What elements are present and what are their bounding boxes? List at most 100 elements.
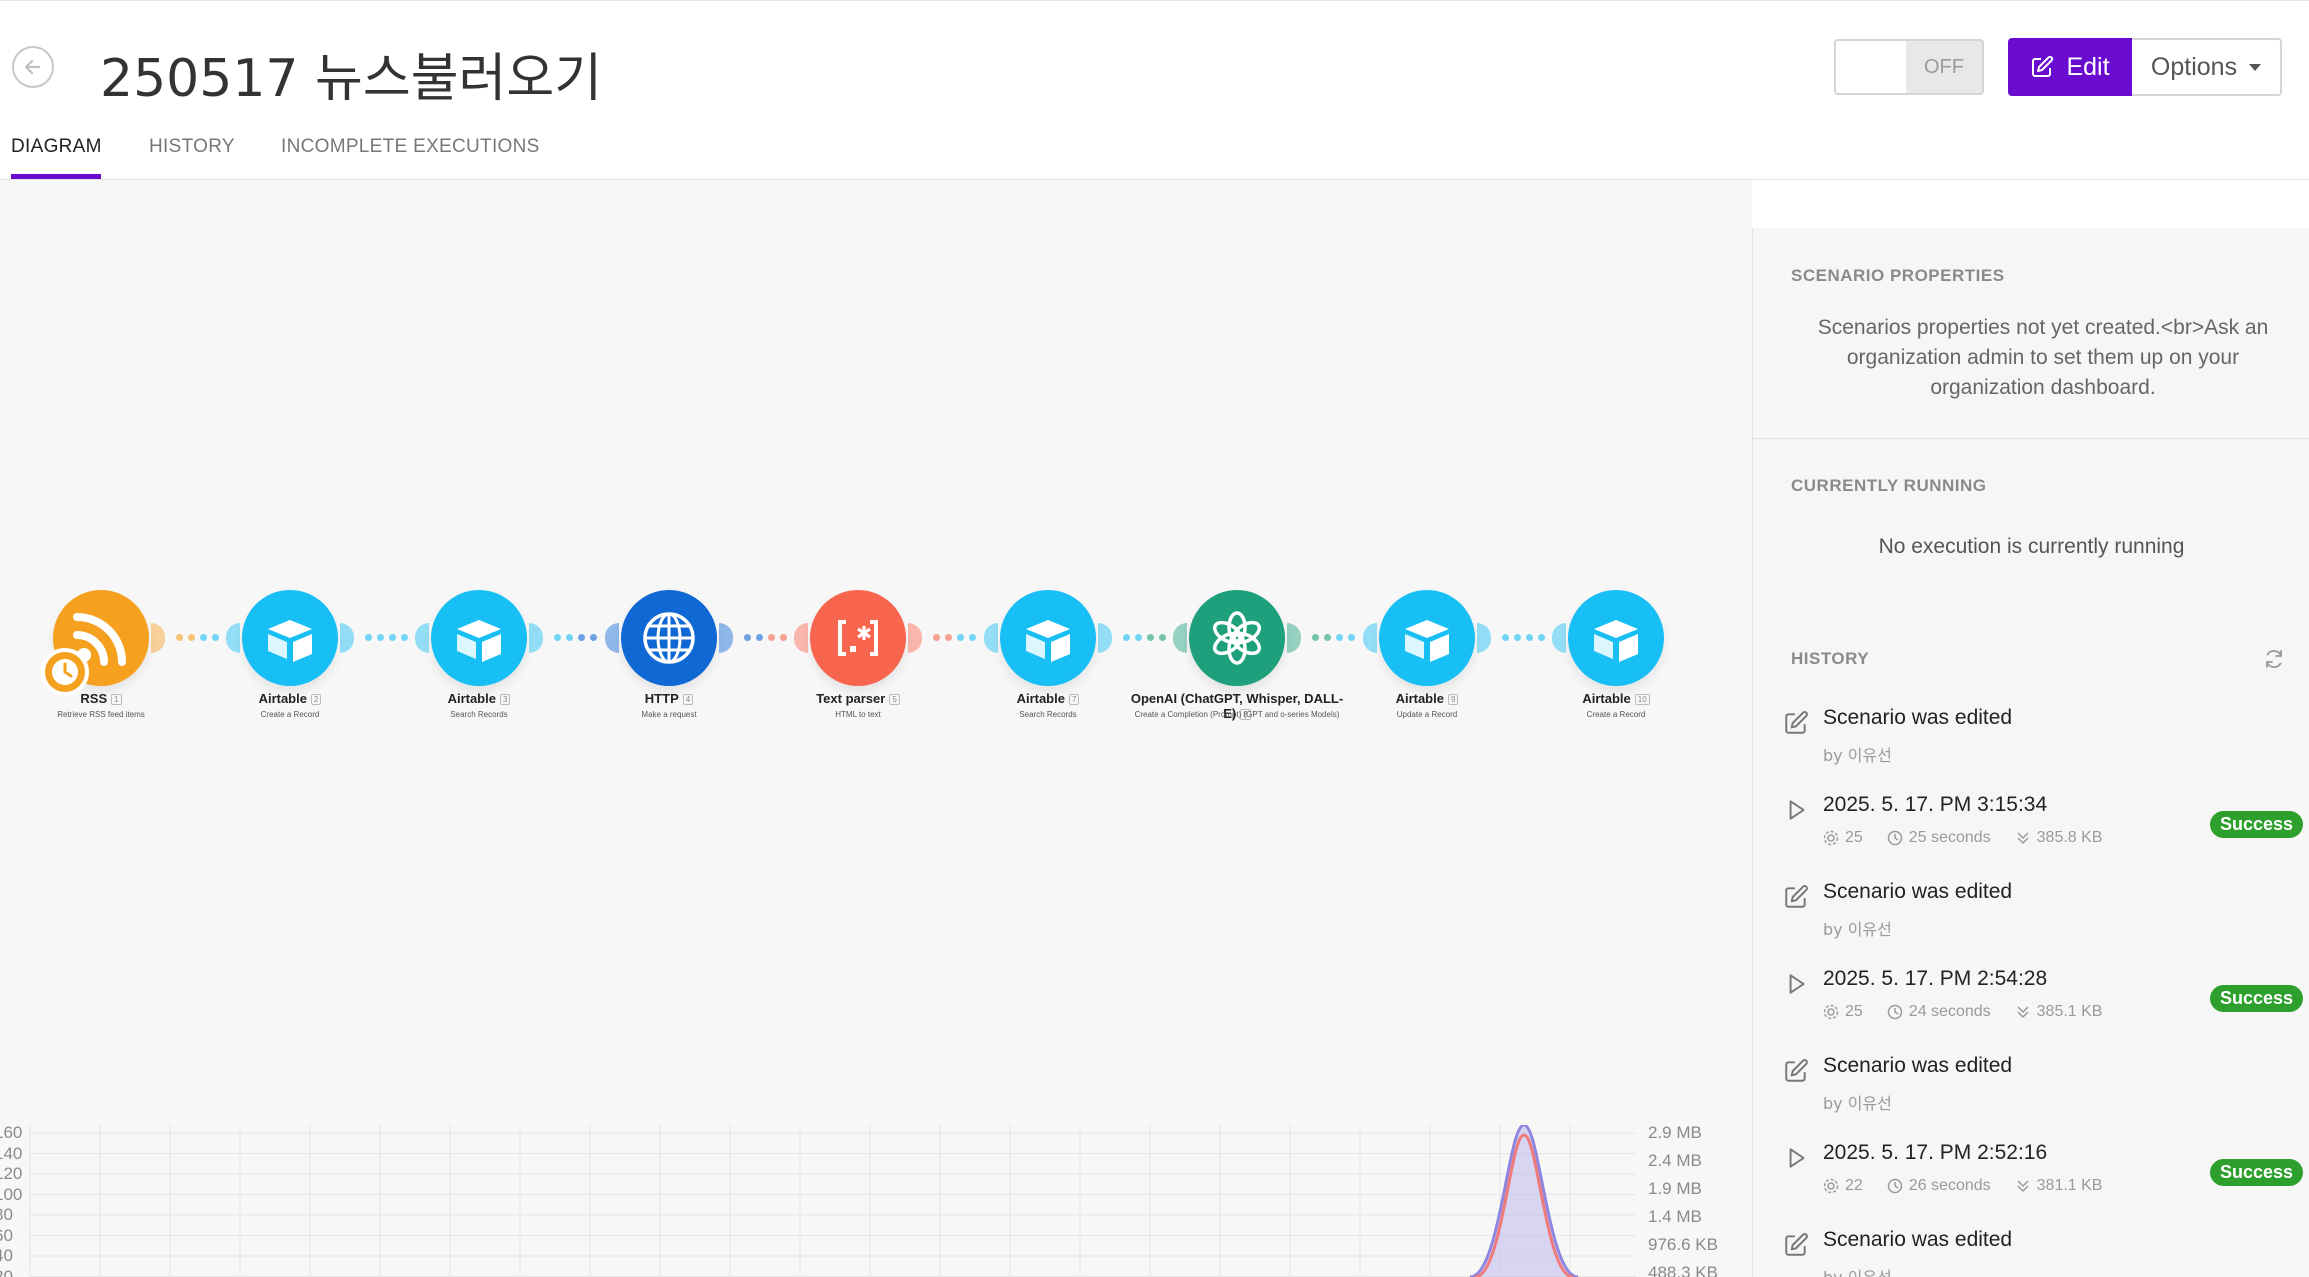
y-left-tick: 40 (0, 1246, 13, 1265)
module-name: Airtable (1395, 691, 1444, 706)
connector-dot (945, 634, 952, 641)
status-badge: Success (2209, 811, 2303, 838)
divider (1753, 438, 2309, 439)
connector-in[interactable] (605, 623, 619, 653)
caret-down-icon (2249, 63, 2262, 71)
toggle-state-label: OFF (1906, 41, 1982, 93)
history-run-item[interactable]: 2025. 5. 17. PM 2:52:16 22 26 seconds 381.1… (1783, 1137, 2303, 1217)
history-title[interactable]: 2025. 5. 17. PM 2:54:28 (1823, 967, 2047, 991)
connector-out[interactable] (340, 623, 354, 653)
arrow-left-icon (24, 59, 41, 75)
y-left-tick: 100 (0, 1184, 23, 1204)
history-meta: 22 26 seconds 381.1 KB (1823, 1177, 2102, 1195)
diagram-canvas[interactable]: RSS 1 Retrieve RSS feed items Airtable 2 Crea… (0, 180, 1752, 1277)
connector-out[interactable] (529, 623, 543, 653)
y-right-tick: 1.4 MB (1648, 1207, 1702, 1226)
data-transfer-icon (2017, 1180, 2029, 1193)
history-edit-item[interactable]: Scenario was edited by 이유선 (1783, 1224, 2303, 1277)
module-name: Airtable (1016, 691, 1065, 706)
connector-dot (176, 634, 183, 641)
data-transfer-icon (2017, 1006, 2029, 1019)
connector-out[interactable] (908, 623, 922, 653)
status-badge: Success (2209, 985, 2303, 1012)
connector-dot (780, 634, 787, 641)
status-badge: Success (2209, 1159, 2303, 1186)
data-transfer-icon (2017, 832, 2029, 845)
toggle-knob[interactable] (1836, 41, 1908, 93)
connector-in[interactable] (415, 623, 429, 653)
connector-dot (578, 634, 585, 641)
connector-dot (1336, 634, 1343, 641)
module-text-5[interactable] (810, 590, 906, 686)
module-airtable-9[interactable] (1379, 590, 1475, 686)
connector-out[interactable] (1287, 623, 1301, 653)
connector-in[interactable] (1552, 623, 1566, 653)
history-title[interactable]: Scenario was edited (1823, 1054, 2012, 1078)
history-title[interactable]: Scenario was edited (1823, 706, 2012, 730)
connector-out[interactable] (151, 623, 165, 653)
connector-dot (1514, 634, 1521, 641)
connector-dot (933, 634, 940, 641)
connector-dot (212, 634, 219, 641)
history-run-item[interactable]: 2025. 5. 17. PM 2:54:28 25 24 seconds 385.1… (1783, 963, 2303, 1043)
connector-out[interactable] (1477, 623, 1491, 653)
airtable-icon (1026, 620, 1070, 662)
connector-dot (1135, 634, 1142, 641)
operations-icon (1823, 1178, 1839, 1194)
edit-icon (1785, 1233, 1808, 1256)
connector-out[interactable] (1098, 623, 1112, 653)
connector-in[interactable] (984, 623, 998, 653)
history-edit-item[interactable]: Scenario was edited by 이유선 (1783, 1050, 2303, 1130)
options-button[interactable]: Options (2132, 38, 2282, 96)
data-size: 381.1 KB (2036, 1177, 2103, 1194)
history-title[interactable]: 2025. 5. 17. PM 3:15:34 (1823, 793, 2047, 817)
connector-in[interactable] (794, 623, 808, 653)
y-left-tick: 140 (0, 1143, 23, 1163)
history-heading: HISTORY (1791, 649, 1870, 668)
y-right-tick: 2.4 MB (1648, 1151, 1702, 1170)
operations-icon (1823, 1004, 1839, 1020)
connector-in[interactable] (1173, 623, 1187, 653)
connector-dot (1147, 634, 1154, 641)
duration: 25 seconds (1908, 829, 1991, 846)
module-number: 3 (499, 694, 511, 706)
scheduling-toggle[interactable]: OFF (1834, 39, 1984, 95)
module-openai-8[interactable] (1189, 590, 1285, 686)
connector-in[interactable] (226, 623, 240, 653)
edit-button-label: Edit (2066, 52, 2110, 81)
module-airtable-7[interactable] (1000, 590, 1096, 686)
module-airtable-2[interactable] (242, 590, 338, 686)
connector-dot (1123, 634, 1130, 641)
history-edit-item[interactable]: Scenario was edited by 이유선 (1783, 876, 2303, 956)
module-name: Airtable (1582, 691, 1631, 706)
history-edit-item[interactable]: Scenario was edited by 이유선 (1783, 702, 2303, 782)
tab-history[interactable]: HISTORY (149, 136, 235, 158)
history-author: by 이유선 (1823, 1094, 1892, 1113)
module-airtable-3[interactable] (431, 590, 527, 686)
connector-out[interactable] (719, 623, 733, 653)
history-title[interactable]: Scenario was edited (1823, 1228, 2012, 1252)
refresh-icon[interactable] (2263, 648, 2285, 670)
module-label: Airtable 7 (938, 691, 1158, 706)
scenario-properties-heading: SCENARIO PROPERTIES (1791, 266, 2005, 285)
connector-dot (744, 634, 751, 641)
history-title[interactable]: Scenario was edited (1823, 880, 2012, 904)
module-airtable-10[interactable] (1568, 590, 1664, 686)
history-run-item[interactable]: 2025. 5. 17. PM 3:15:34 25 25 seconds 385.8… (1783, 789, 2303, 869)
tab-incomplete-executions[interactable]: INCOMPLETE EXECUTIONS (281, 136, 540, 158)
module-number: 1 (111, 694, 122, 706)
back-button[interactable] (12, 46, 54, 88)
scenario-properties-text: Scenarios properties not yet created.<br… (1817, 316, 2269, 399)
module-http-4[interactable] (621, 590, 717, 686)
tab-diagram[interactable]: DIAGRAM (11, 136, 102, 158)
y-left-tick: 80 (0, 1205, 13, 1224)
module-label: Airtable 10 (1506, 691, 1726, 706)
schedule-clock-icon[interactable] (41, 648, 89, 696)
connector-dot (1324, 634, 1331, 641)
module-number: 5 (889, 694, 900, 706)
history-title[interactable]: 2025. 5. 17. PM 2:52:16 (1823, 1141, 2047, 1165)
edit-button[interactable]: Edit (2008, 38, 2132, 96)
data-size: 385.8 KB (2036, 829, 2103, 846)
airtable-icon (457, 620, 501, 662)
connector-in[interactable] (1363, 623, 1377, 653)
